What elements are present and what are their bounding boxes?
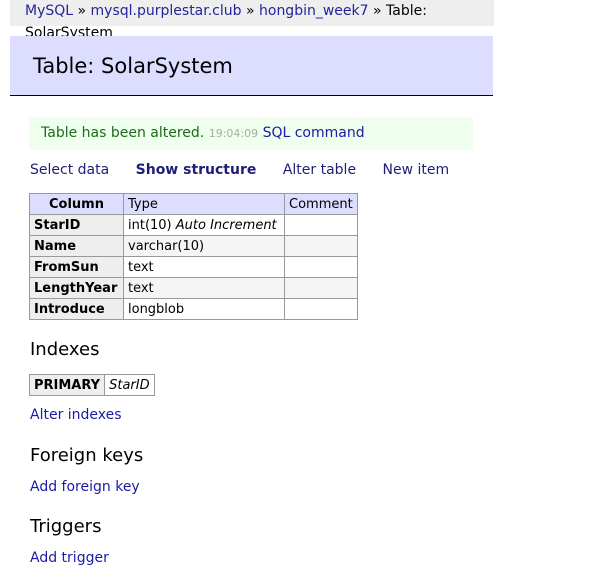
type-extra: Auto Increment	[175, 217, 277, 233]
header-column: Column	[29, 193, 124, 215]
column-type: text	[123, 256, 285, 278]
column-comment	[284, 214, 358, 236]
table-row: LengthYear text	[29, 277, 358, 299]
column-comment	[284, 235, 358, 257]
type-text: int(10)	[128, 217, 172, 233]
alter-table-link[interactable]: Alter table	[283, 162, 356, 178]
indexes-heading: Indexes	[30, 339, 100, 360]
index-columns: StarID	[104, 374, 155, 396]
add-foreign-key-link[interactable]: Add foreign key	[30, 479, 140, 495]
column-type: text	[123, 277, 285, 299]
index-column: StarID	[109, 377, 150, 393]
column-name: FromSun	[29, 256, 124, 278]
table-row: PRIMARY StarID	[28, 374, 155, 396]
breadcrumb-sep: »	[241, 3, 259, 19]
breadcrumb-sep: »	[368, 3, 387, 19]
page-title: Table: SolarSystem	[10, 36, 493, 96]
column-type: longblob	[123, 298, 285, 320]
breadcrumb-server[interactable]: mysql.purplestar.club	[91, 3, 242, 19]
sql-command-link[interactable]: SQL command	[263, 125, 365, 141]
index-type: PRIMARY	[28, 374, 106, 396]
table-row: Introduce longblob	[29, 298, 358, 320]
table-menu: Select data Show structure Alter table N…	[30, 160, 471, 180]
header-comment: Comment	[284, 193, 358, 215]
table-row: StarID int(10) Auto Increment	[29, 214, 358, 236]
message-time: 19:04:09	[208, 127, 259, 140]
breadcrumb-database[interactable]: hongbin_week7	[259, 3, 369, 19]
breadcrumb-mysql[interactable]: MySQL	[25, 3, 73, 19]
alter-indexes-link[interactable]: Alter indexes	[30, 407, 122, 423]
foreign-keys-heading: Foreign keys	[30, 445, 144, 466]
table-row: Name varchar(10)	[29, 235, 358, 257]
status-message: Table has been altered. 19:04:09 SQL com…	[29, 117, 473, 150]
column-name: Name	[29, 235, 124, 257]
column-comment	[284, 256, 358, 278]
column-type: varchar(10)	[123, 235, 285, 257]
header-type: Type	[123, 193, 285, 215]
message-text: Table has been altered.	[41, 125, 205, 141]
new-item-link[interactable]: New item	[383, 162, 450, 178]
show-structure-link[interactable]: Show structure	[136, 162, 257, 178]
column-name: Introduce	[29, 298, 124, 320]
column-name: StarID	[29, 214, 124, 236]
table-row: FromSun text	[29, 256, 358, 278]
breadcrumb: MySQL » mysql.purplestar.club » hongbin_…	[10, 0, 494, 41]
column-comment	[284, 277, 358, 299]
triggers-heading: Triggers	[30, 516, 102, 537]
select-data-link[interactable]: Select data	[30, 162, 109, 178]
column-comment	[284, 298, 358, 320]
indexes-table: PRIMARY StarID	[28, 374, 155, 396]
breadcrumb-sep: »	[73, 3, 91, 19]
column-type: int(10) Auto Increment	[123, 214, 285, 236]
column-name: LengthYear	[29, 277, 124, 299]
add-trigger-link[interactable]: Add trigger	[30, 550, 109, 566]
structure-table: Column Type Comment StarID int(10) Auto I…	[29, 193, 358, 320]
